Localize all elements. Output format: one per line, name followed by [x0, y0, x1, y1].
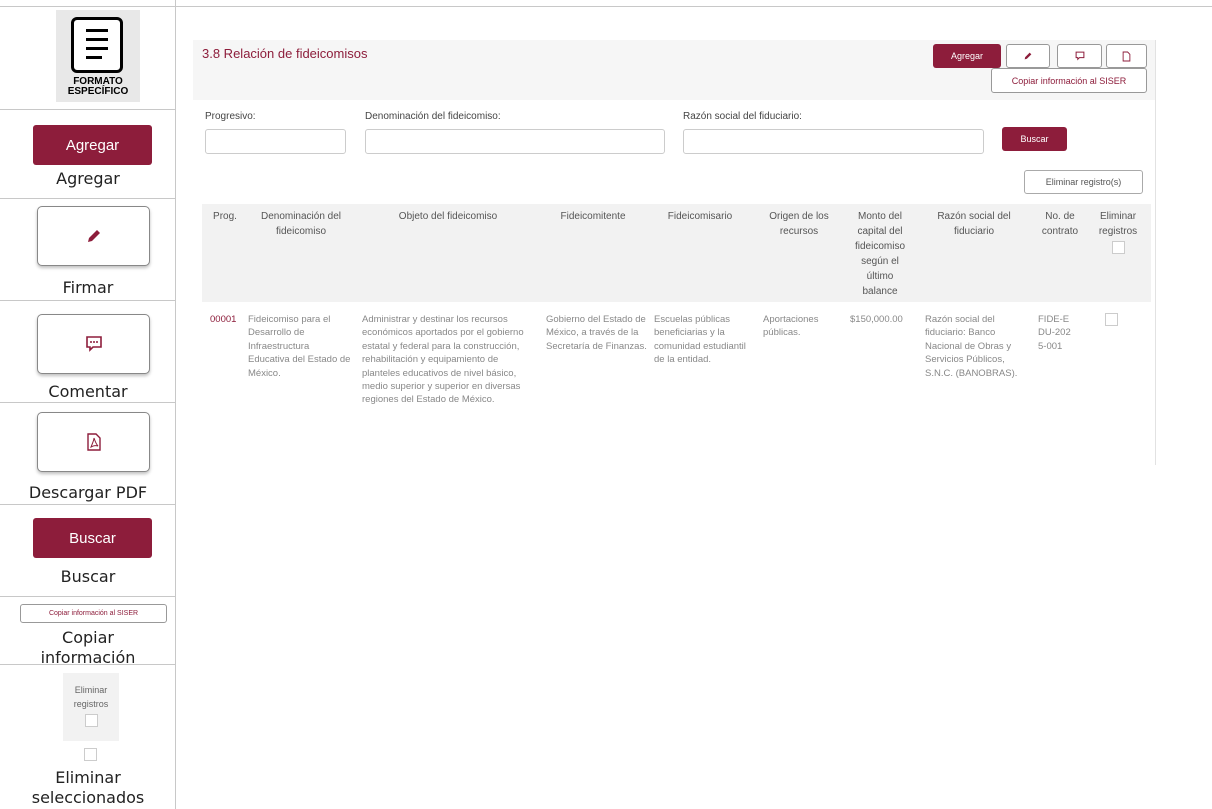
legend-eliminar-line1: Eliminar [74, 685, 108, 695]
th-prog: Prog. [213, 211, 237, 222]
formato-especifico-logo: FORMATO ESPECÍFICO [56, 10, 140, 102]
legend-cell-agregar: Agregar Agregar [0, 110, 176, 199]
comentar-button[interactable] [1057, 44, 1102, 68]
th-contrato: No. de contrato [1041, 211, 1079, 237]
th-fideicomisario: Fideicomisario [667, 211, 733, 222]
th-eliminar: Eliminar registros [1093, 209, 1143, 259]
row-delete-checkbox[interactable] [1105, 313, 1118, 326]
denominacion-label: Denominación del fideicomiso: [365, 111, 501, 122]
legend-eliminar-header-sample: Eliminar registros [63, 673, 119, 741]
cell-prog[interactable]: 00001 [210, 313, 244, 326]
legend-comentar-caption: Comentar [48, 382, 128, 401]
progresivo-input[interactable] [205, 129, 346, 154]
legend-eliminar-row-checkbox[interactable] [84, 748, 97, 761]
legend-comentar-button[interactable] [37, 314, 150, 374]
table-header: Prog. Denominación del fideicomiso Objet… [202, 204, 1151, 302]
copiar-siser-button[interactable]: Copiar información al SISER [991, 68, 1147, 93]
legend-eliminar-caption-1: Eliminar [55, 768, 121, 787]
firmar-button[interactable] [1006, 44, 1050, 68]
legend-agregar-button[interactable]: Agregar [33, 125, 152, 165]
legend-eliminar-caption-2: seleccionados [31, 788, 145, 807]
comment-icon [1075, 51, 1084, 61]
pdf-icon [1122, 51, 1131, 61]
denominacion-input[interactable] [365, 129, 665, 154]
fideicomisos-panel: 3.8 Relación de fideicomisos Agregar Cop… [193, 40, 1156, 465]
legend-eliminar-line2: registros [73, 699, 109, 709]
panel-right-border [1155, 40, 1156, 465]
legend-cell-firmar: Firmar [0, 199, 176, 301]
legend-agregar-caption: Agregar [56, 169, 120, 188]
cell-fideicomitente: Gobierno del Estado de México, a través … [546, 314, 647, 352]
th-denominacion: Denominación del fideicomiso [260, 211, 342, 237]
legend-cell-buscar: Buscar Buscar [0, 505, 176, 597]
th-razon: Razón social del fiduciario [937, 211, 1011, 237]
descargar-pdf-button[interactable] [1106, 44, 1147, 68]
pen-icon [1024, 52, 1032, 60]
document-icon [71, 17, 123, 73]
th-objeto: Objeto del fideicomiso [398, 211, 498, 222]
page-title: 3.8 Relación de fideicomisos [202, 46, 368, 61]
top-border [0, 6, 1212, 7]
th-eliminar-label: Eliminar registros [1098, 211, 1138, 237]
comment-icon [85, 336, 102, 352]
legend-firmar-button[interactable] [37, 206, 150, 266]
panel-header: 3.8 Relación de fideicomisos Agregar Cop… [193, 40, 1156, 100]
cell-objeto: Administrar y destinar los recursos econ… [362, 314, 524, 406]
legend-descargar-button[interactable] [37, 412, 150, 472]
cell-fideicomisario: Escuelas públicas beneficiarias y la com… [654, 314, 746, 366]
th-origen: Origen de los recursos [769, 211, 829, 237]
th-monto: Monto del capital del fideicomiso según … [854, 211, 906, 297]
select-all-checkbox[interactable] [1111, 241, 1125, 254]
pen-icon [87, 230, 100, 242]
pdf-icon [86, 433, 101, 451]
cell-razon: Razón social del fiduciario: Banco Nacio… [925, 314, 1018, 379]
cell-monto: $150,000.00 [850, 314, 903, 325]
cell-contrato: FIDE-EDU-2025-001 [1038, 314, 1071, 352]
legend-buscar-caption: Buscar [60, 567, 116, 586]
legend-column: FORMATO ESPECÍFICO Agregar Agregar Firma… [0, 0, 176, 809]
legend-cell-descargar: Descargar PDF [0, 403, 176, 505]
legend-cell-comentar: Comentar [0, 301, 176, 403]
progresivo-label: Progresivo: [205, 111, 256, 122]
legend-buscar-button[interactable]: Buscar [33, 518, 152, 558]
legend-firmar-caption: Firmar [62, 278, 114, 297]
buscar-button[interactable]: Buscar [1002, 127, 1067, 151]
logo-text-line2: ESPECÍFICO [67, 86, 129, 97]
cell-origen: Aportaciones públicas. [763, 314, 819, 339]
legend-eliminar-header-checkbox[interactable] [84, 714, 98, 727]
legend-descargar-caption: Descargar PDF [28, 483, 148, 502]
legend-cell-logo: FORMATO ESPECÍFICO [0, 6, 176, 110]
legend-copiar-button[interactable]: Copiar información al SISER [20, 604, 167, 623]
eliminar-registros-button[interactable]: Eliminar registro(s) [1024, 170, 1143, 194]
th-fideicomitente: Fideicomitente [560, 211, 626, 222]
razon-social-input[interactable] [683, 129, 984, 154]
legend-copiar-caption-1: Copiar [62, 628, 114, 647]
agregar-button[interactable]: Agregar [933, 44, 1001, 68]
cell-denominacion: Fideicomiso para el Desarrollo de Infrae… [248, 314, 351, 379]
razon-social-label: Razón social del fiduciario: [683, 111, 802, 122]
